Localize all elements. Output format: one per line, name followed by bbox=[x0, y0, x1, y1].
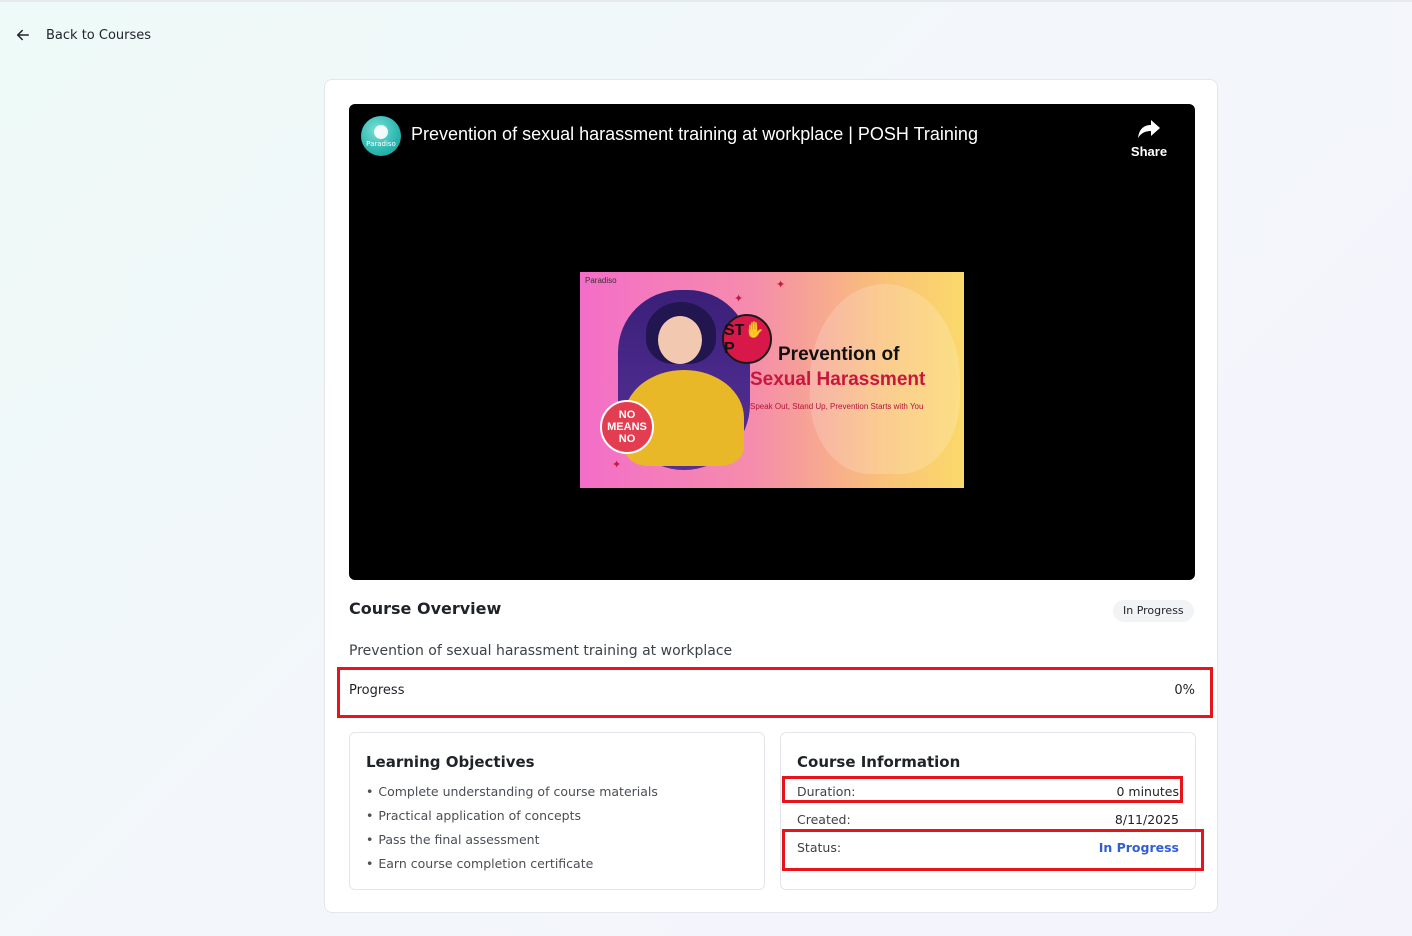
video-title[interactable]: Prevention of sexual harassment training… bbox=[411, 124, 978, 145]
no-means-no-badge: NO MEANS NO bbox=[600, 400, 654, 454]
progress-label: Progress bbox=[349, 683, 405, 698]
video-player[interactable]: Paradiso Prevention of sexual harassment… bbox=[349, 104, 1195, 580]
share-label: Share bbox=[1130, 144, 1168, 159]
course-information-title: Course Information bbox=[797, 753, 961, 771]
created-label: Created: bbox=[797, 812, 851, 827]
sparkle-icon: ✦ bbox=[776, 278, 786, 291]
stop-badge: ST✋P bbox=[722, 314, 772, 364]
progress-value: 0% bbox=[1174, 683, 1195, 698]
share-button[interactable]: Share bbox=[1117, 118, 1181, 159]
list-item: Practical application of concepts bbox=[366, 808, 658, 832]
list-item: Pass the final assessment bbox=[366, 832, 658, 856]
back-to-courses-link[interactable]: Back to Courses bbox=[14, 25, 151, 45]
learning-objectives-panel: Learning Objectives Complete understandi… bbox=[349, 732, 765, 890]
status-label: Status: bbox=[797, 840, 842, 855]
created-row: Created: 8/11/2025 bbox=[797, 812, 1179, 827]
top-divider bbox=[0, 0, 1412, 2]
learning-objectives-title: Learning Objectives bbox=[366, 753, 535, 771]
progress-row: Progress 0% bbox=[349, 681, 1195, 701]
thumbnail-brand: Paradiso bbox=[585, 276, 617, 285]
course-information-panel: Course Information Duration: 0 minutes C… bbox=[780, 732, 1196, 890]
list-item: Complete understanding of course materia… bbox=[366, 784, 658, 808]
thumbnail-tagline: Speak Out, Stand Up, Prevention Starts w… bbox=[750, 402, 924, 411]
course-overview-title: Course Overview bbox=[349, 599, 502, 618]
status-row: Status: In Progress bbox=[797, 840, 1179, 855]
arrow-left-icon bbox=[17, 29, 29, 41]
duration-value: 0 minutes bbox=[1116, 784, 1179, 799]
woman-face bbox=[658, 316, 702, 364]
channel-logo[interactable]: Paradiso bbox=[361, 116, 401, 156]
created-value: 8/11/2025 bbox=[1114, 812, 1179, 827]
thumbnail-title-line1: Prevention of bbox=[778, 344, 900, 365]
video-thumbnail[interactable]: Paradiso ST✋P NO MEANS NO Prevention of … bbox=[580, 272, 964, 488]
course-card: Paradiso Prevention of sexual harassment… bbox=[324, 79, 1218, 913]
duration-row: Duration: 0 minutes bbox=[797, 784, 1179, 799]
duration-label: Duration: bbox=[797, 784, 856, 799]
share-arrow-icon bbox=[1138, 120, 1160, 138]
back-label: Back to Courses bbox=[46, 27, 152, 43]
objectives-list: Complete understanding of course materia… bbox=[366, 784, 658, 880]
status-value: In Progress bbox=[1098, 840, 1179, 855]
sparkle-icon: ✦ bbox=[734, 292, 744, 305]
sparkle-icon: ✦ bbox=[612, 458, 622, 471]
course-description: Prevention of sexual harassment training… bbox=[349, 643, 733, 659]
thumbnail-title-line2: Sexual Harassment bbox=[750, 369, 926, 390]
list-item: Earn course completion certificate bbox=[366, 856, 658, 880]
status-badge: In Progress bbox=[1113, 600, 1194, 622]
